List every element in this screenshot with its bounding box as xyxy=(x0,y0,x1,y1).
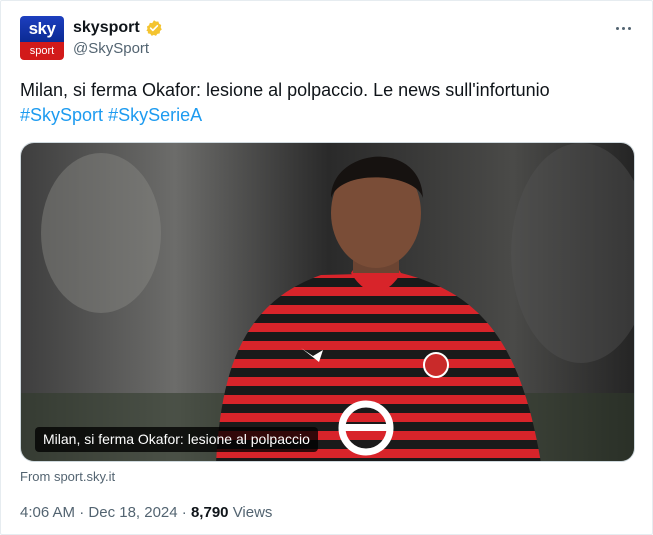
hashtag-skysport[interactable]: #SkySport xyxy=(20,105,103,125)
avatar[interactable]: sky sport xyxy=(20,16,64,60)
avatar-logo-top: sky xyxy=(20,16,64,42)
avatar-logo-bottom: sport xyxy=(20,42,64,60)
more-options-icon[interactable] xyxy=(612,17,634,39)
tweet-text: Milan, si ferma Okafor: lesione al polpa… xyxy=(20,80,550,100)
meta-separator: · xyxy=(181,504,187,521)
author-handle[interactable]: @SkySport xyxy=(73,40,149,57)
card-source[interactable]: From sport.sky.it xyxy=(20,469,115,484)
tweet-card: sky sport skysport @SkySport Milan, si f… xyxy=(0,0,653,535)
tweet-meta: 4:06 AM · Dec 18, 2024 · 8,790 Views xyxy=(20,504,272,521)
card-caption: Milan, si ferma Okafor: lesione al polpa… xyxy=(35,427,318,452)
views-label: Views xyxy=(232,504,273,521)
views-count: 8,790 xyxy=(190,504,229,521)
tweet-time[interactable]: 4:06 AM xyxy=(20,504,75,521)
hashtag-row: #SkySport #SkySerieA xyxy=(20,103,202,128)
verified-badge-icon xyxy=(146,20,162,36)
link-card-image[interactable]: Milan, si ferma Okafor: lesione al polpa… xyxy=(20,142,635,462)
hashtag-skyseriea[interactable]: #SkySerieA xyxy=(108,105,202,125)
tweet-date[interactable]: Dec 18, 2024 xyxy=(88,504,177,521)
player-photo xyxy=(21,143,634,461)
author-display-name[interactable]: skysport xyxy=(73,19,140,37)
meta-separator: · xyxy=(79,504,85,521)
author-name-row: skysport xyxy=(73,17,163,39)
